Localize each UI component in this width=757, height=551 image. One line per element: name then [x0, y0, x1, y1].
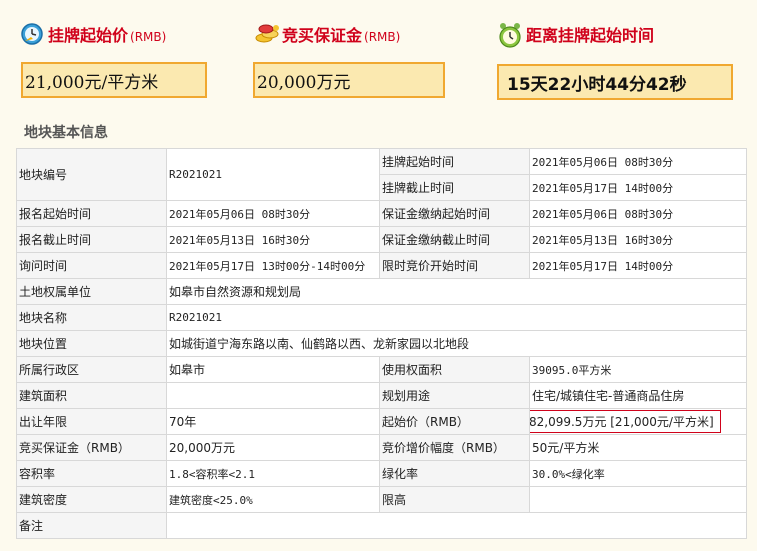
label-building-area: 建筑面积	[16, 382, 167, 409]
label-listing-end: 挂牌截止时间	[379, 174, 530, 201]
countdown-value: 15天22小时44分42秒	[497, 64, 733, 100]
label-height-limit: 限高	[379, 486, 530, 513]
label-green-ratio: 绿化率	[379, 460, 530, 487]
label-parcel-name: 地块名称	[16, 304, 167, 331]
value-building-area	[166, 382, 380, 409]
label-use-area: 使用权面积	[379, 356, 530, 383]
table-row: 报名起始时间 2021年05月06日 08时30分 保证金缴纳起始时间 2021…	[16, 200, 747, 227]
label-bidding-start: 限时竞价开始时间	[379, 252, 530, 279]
value-green-ratio: 30.0%<绿化率	[529, 460, 747, 487]
label-listing-start: 挂牌起始时间	[379, 148, 530, 175]
table-row: 报名截止时间 2021年05月13日 16时30分 保证金缴纳截止时间 2021…	[16, 226, 747, 253]
value-deposit-start: 2021年05月06日 08时30分	[529, 200, 747, 227]
value-district: 如皋市	[166, 356, 380, 383]
label-inquiry-time: 询问时间	[16, 252, 167, 279]
label-plot-ratio: 容积率	[16, 460, 167, 487]
value-remarks	[166, 512, 747, 539]
table-row: 询问时间 2021年05月17日 13时00分-14时00分 限时竞价开始时间 …	[16, 252, 747, 279]
label-deposit-end: 保证金缴纳截止时间	[379, 226, 530, 253]
value-parcel-name: R2021021	[166, 304, 747, 331]
value-plot-ratio: 1.8<容积率<2.1	[166, 460, 380, 487]
label-bid-deposit: 竞买保证金（RMB）	[16, 434, 167, 461]
value-listing-end: 2021年05月17日 14时00分	[529, 174, 747, 201]
value-deposit-end: 2021年05月13日 16时30分	[529, 226, 747, 253]
value-building-density: 建筑密度<25.0%	[166, 486, 380, 513]
label-parcel-number: 地块编号	[16, 148, 167, 201]
land-info-table: 地块编号 R2021021 挂牌起始时间 2021年05月06日 08时30分 …	[16, 148, 747, 539]
value-lease-term: 70年	[166, 408, 380, 435]
value-listing-start: 2021年05月06日 08时30分	[529, 148, 747, 175]
table-row: 备注	[16, 512, 747, 539]
table-row: 土地权属单位 如皋市自然资源和规划局	[16, 278, 747, 305]
table-row: 地块名称 R2021021	[16, 304, 747, 331]
value-inquiry-time: 2021年05月17日 13时00分-14时00分	[166, 252, 380, 279]
label-land-owner: 土地权属单位	[16, 278, 167, 305]
table-row: 地块编号 R2021021 挂牌起始时间 2021年05月06日 08时30分	[16, 148, 747, 201]
label-planned-use: 规划用途	[379, 382, 530, 409]
table-row: 所属行政区 如皋市 使用权面积 39095.0平方米	[16, 356, 747, 383]
label-deposit-start: 保证金缴纳起始时间	[379, 200, 530, 227]
countdown-title-row: 距离挂牌起始时间	[498, 22, 655, 48]
label-building-density: 建筑密度	[16, 486, 167, 513]
section-title: 地块基本信息	[24, 125, 108, 141]
value-height-limit	[529, 486, 747, 513]
start-price-title-row: 挂牌起始价 (RMB)	[20, 22, 166, 46]
value-registration-start: 2021年05月06日 08时30分	[166, 200, 380, 227]
value-planned-use: 住宅/城镇住宅-普通商品住房	[529, 382, 747, 409]
value-bidding-start: 2021年05月17日 14时00分	[529, 252, 747, 279]
label-registration-end: 报名截止时间	[16, 226, 167, 253]
deposit-value: 20,000万元	[253, 62, 445, 98]
table-row: 出让年限 70年 起始价（RMB） 82,099.5万元 [21,000元/平方…	[16, 408, 747, 435]
deposit-title: 竞买保证金 (RMB)	[282, 26, 401, 45]
value-bid-deposit: 20,000万元	[166, 434, 380, 461]
value-bid-increment: 50元/平方米	[529, 434, 747, 461]
label-parcel-location: 地块位置	[16, 330, 167, 357]
countdown-title: 距离挂牌起始时间	[526, 26, 655, 45]
table-row: 建筑密度 建筑密度<25.0% 限高	[16, 486, 747, 513]
table-row: 竞买保证金（RMB） 20,000万元 竞价增价幅度（RMB） 50元/平方米	[16, 434, 747, 461]
value-registration-end: 2021年05月13日 16时30分	[166, 226, 380, 253]
value-parcel-location: 如城街道宁海东路以南、仙鹤路以西、龙新家园以北地段	[166, 330, 747, 357]
table-row: 建筑面积 规划用途 住宅/城镇住宅-普通商品住房	[16, 382, 747, 409]
value-parcel-number: R2021021	[166, 148, 380, 201]
value-starting-price: 82,099.5万元 [21,000元/平方米]	[530, 410, 721, 433]
table-row: 地块位置 如城街道宁海东路以南、仙鹤路以西、龙新家园以北地段	[16, 330, 747, 357]
label-registration-start: 报名起始时间	[16, 200, 167, 227]
alarm-clock-icon	[498, 22, 522, 48]
label-district: 所属行政区	[16, 356, 167, 383]
start-price-title: 挂牌起始价 (RMB)	[48, 26, 167, 45]
clock-icon	[20, 22, 44, 46]
coins-icon	[254, 22, 279, 46]
label-starting-price: 起始价（RMB）	[379, 408, 530, 435]
value-land-owner: 如皋市自然资源和规划局	[166, 278, 747, 305]
label-lease-term: 出让年限	[16, 408, 167, 435]
deposit-title-row: 竞买保证金 (RMB)	[254, 22, 400, 46]
value-use-area: 39095.0平方米	[529, 356, 747, 383]
label-bid-increment: 竞价增价幅度（RMB）	[379, 434, 530, 461]
label-remarks: 备注	[16, 512, 167, 539]
table-row: 容积率 1.8<容积率<2.1 绿化率 30.0%<绿化率	[16, 460, 747, 487]
start-price-value: 21,000元/平方米	[21, 62, 207, 98]
value-starting-price-cell: 82,099.5万元 [21,000元/平方米]	[529, 408, 747, 435]
